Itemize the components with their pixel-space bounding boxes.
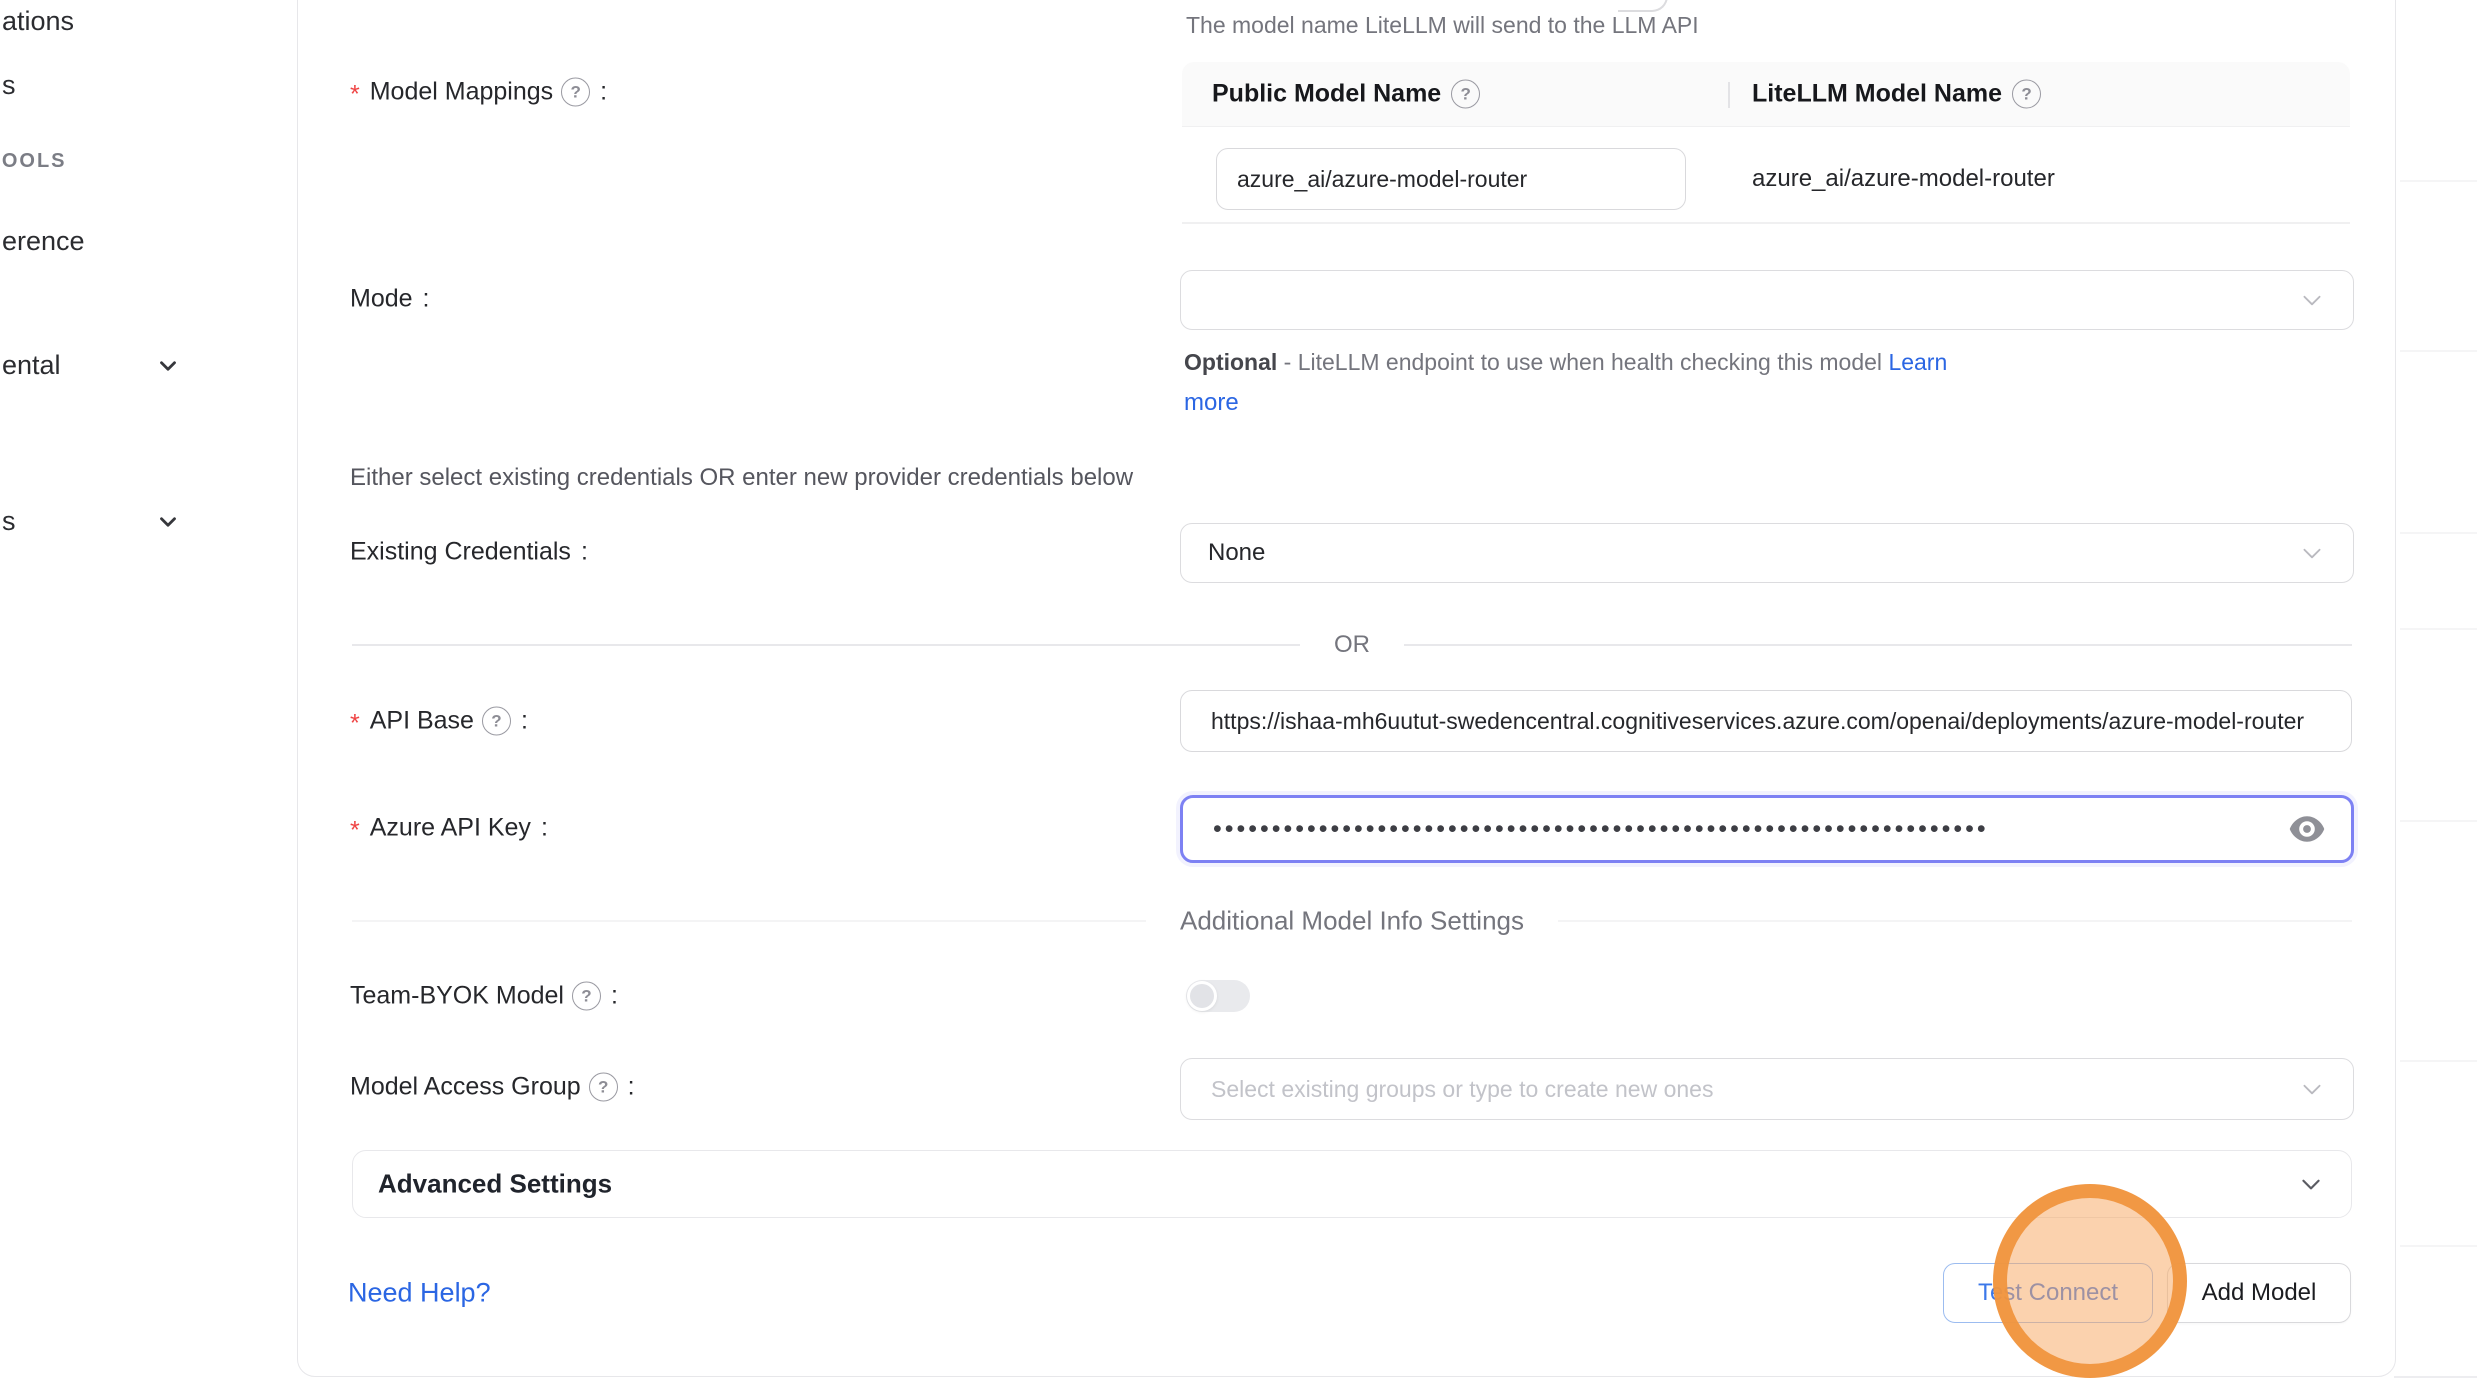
credentials-note: Either select existing credentials OR en… [350,464,1133,492]
public-model-name-input[interactable] [1216,148,1686,210]
need-help-link[interactable]: Need Help? [348,1278,491,1309]
model-mapping-table: Public Model Name ? LiteLLM Model Name ?… [1182,62,2350,222]
required-mark: * [350,81,360,110]
azure-api-key-label: * Azure API Key : [350,814,548,843]
model-access-group-label: Model Access Group ? : [350,1073,635,1102]
chevron-down-icon[interactable] [2298,1171,2324,1197]
masked-password-value: ••••••••••••••••••••••••••••••••••••••••… [1183,815,1989,844]
placeholder-text: Select existing groups or type to create… [1181,1076,1713,1103]
eye-icon[interactable] [2289,815,2325,843]
api-base-label: * API Base ? : [350,707,528,736]
optional-helper-text: - LiteLLM endpoint to use when health ch… [1277,349,1888,375]
model-name-helper-text: The model name LiteLLM will send to the … [1186,12,1699,39]
mode-select[interactable] [1180,270,2354,330]
chevron-down-icon [2299,1076,2325,1102]
column-header-public-model-name: Public Model Name ? [1212,80,1480,109]
learn-more-link[interactable]: Learn [1888,349,1947,375]
click-indicator [1993,1184,2187,1378]
existing-credentials-label: Existing Credentials : [350,538,588,567]
required-mark: * [350,710,360,739]
model-mappings-label: * Model Mappings ? : [350,78,607,107]
help-icon[interactable]: ? [589,1073,618,1102]
team-byok-label: Team-BYOK Model ? : [350,982,618,1011]
toggle-knob [1187,981,1217,1011]
additional-info-divider: Additional Model Info Settings [352,906,2352,937]
add-model-button[interactable]: Add Model [2167,1263,2351,1323]
help-icon[interactable]: ? [561,78,590,107]
required-mark: * [350,817,360,846]
selected-value: None [1181,539,1265,567]
azure-api-key-input[interactable]: ••••••••••••••••••••••••••••••••••••••••… [1180,795,2354,863]
api-base-input[interactable] [1180,690,2352,752]
existing-credentials-select[interactable]: None [1180,523,2354,583]
column-header-litellm-model-name: LiteLLM Model Name ? [1752,80,2041,109]
advanced-settings-title: Advanced Settings [378,1169,612,1200]
help-icon[interactable]: ? [1451,80,1480,109]
chevron-down-icon [2299,540,2325,566]
help-icon[interactable]: ? [2012,80,2041,109]
learn-more-link[interactable]: more [1184,389,1239,416]
add-model-form: The model name LiteLLM will send to the … [0,0,2477,1385]
help-icon[interactable]: ? [572,982,601,1011]
or-divider: OR [352,631,2352,659]
optional-helper-bold: Optional [1184,349,1277,375]
model-access-group-select[interactable]: Select existing groups or type to create… [1180,1058,2354,1120]
chevron-down-icon [2299,287,2325,313]
mode-label: Mode : [350,285,430,314]
litellm-model-name-value: azure_ai/azure-model-router [1752,165,2055,193]
help-icon[interactable]: ? [482,707,511,736]
